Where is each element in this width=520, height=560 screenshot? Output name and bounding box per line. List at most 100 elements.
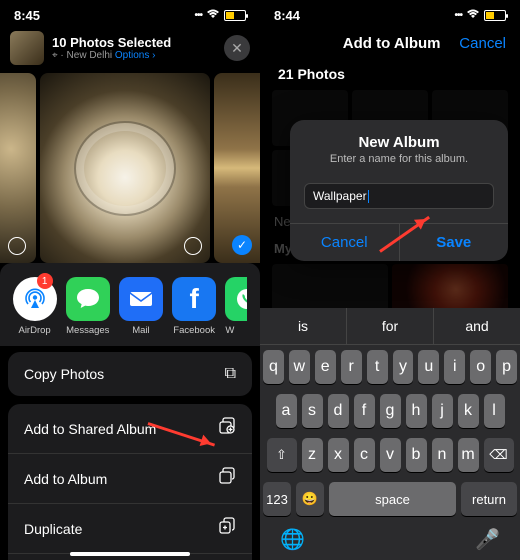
- app-label: Facebook: [173, 325, 215, 336]
- app-label: Messages: [66, 325, 109, 336]
- keyboard: is for and q w e r t y u i o p a s d f g…: [260, 308, 520, 560]
- key[interactable]: v: [380, 438, 401, 472]
- photo-thumb[interactable]: ✓: [214, 73, 260, 263]
- key-row: a s d f g h j k l: [260, 389, 520, 433]
- action-add-shared-album[interactable]: Add to Shared Album: [8, 404, 252, 454]
- status-time: 8:45: [14, 8, 40, 23]
- phone-right: 8:44 ••• Add to Album Cancel 21 Photos N…: [260, 0, 520, 560]
- mail-icon: [119, 277, 163, 321]
- key[interactable]: g: [380, 394, 401, 428]
- battery-icon: [224, 10, 246, 21]
- key[interactable]: a: [276, 394, 297, 428]
- key[interactable]: k: [458, 394, 479, 428]
- suggestion[interactable]: for: [347, 308, 434, 344]
- modal-subtitle: Enter a name for this album.: [302, 153, 496, 165]
- suggestion-bar: is for and: [260, 308, 520, 345]
- key[interactable]: q: [263, 350, 284, 384]
- home-indicator[interactable]: [70, 552, 190, 556]
- key[interactable]: x: [328, 438, 349, 472]
- numbers-key[interactable]: 123: [263, 482, 291, 516]
- suggestion[interactable]: is: [260, 308, 347, 344]
- key[interactable]: w: [289, 350, 310, 384]
- space-key[interactable]: space: [329, 482, 456, 516]
- app-messages[interactable]: Messages: [66, 277, 110, 336]
- copy-icon: ⧉: [225, 365, 236, 383]
- key[interactable]: o: [470, 350, 491, 384]
- modal-cancel-button[interactable]: Cancel: [290, 224, 399, 261]
- share-header: 10 Photos Selected ⌖ · New Delhi Options…: [0, 25, 260, 73]
- backspace-key[interactable]: ⌫: [484, 438, 514, 472]
- phone-left: 8:45 ••• 10 Photos Selected ⌖ · New Delh…: [0, 0, 260, 560]
- key-row: 123 😀 space return: [260, 477, 520, 521]
- key[interactable]: n: [432, 438, 453, 472]
- globe-icon[interactable]: 🌐: [280, 527, 305, 552]
- return-key[interactable]: return: [461, 482, 517, 516]
- messages-icon: [66, 277, 110, 321]
- wifi-icon: [206, 9, 220, 22]
- key[interactable]: h: [406, 394, 427, 428]
- app-label: W: [225, 325, 234, 336]
- key-row: ⇧ z x c v b n m ⌫: [260, 433, 520, 477]
- select-ring-icon[interactable]: [8, 237, 26, 255]
- status-bar: 8:44 •••: [260, 0, 520, 25]
- key[interactable]: i: [444, 350, 465, 384]
- app-facebook[interactable]: f Facebook: [172, 277, 216, 336]
- photo-thumb[interactable]: [0, 73, 36, 263]
- key[interactable]: s: [302, 394, 323, 428]
- actions-list: Add to Shared Album Add to Album Duplica…: [8, 404, 252, 560]
- key[interactable]: r: [341, 350, 362, 384]
- status-bar: 8:45 •••: [0, 0, 260, 25]
- key[interactable]: e: [315, 350, 336, 384]
- key[interactable]: p: [496, 350, 517, 384]
- actions-list: Copy Photos ⧉: [8, 352, 252, 396]
- modal-title: New Album: [302, 134, 496, 151]
- emoji-key[interactable]: 😀: [296, 482, 324, 516]
- close-button[interactable]: ✕: [224, 35, 250, 61]
- header-thumbnail: [10, 31, 44, 65]
- status-right: •••: [194, 9, 246, 22]
- key[interactable]: y: [393, 350, 414, 384]
- share-title: 10 Photos Selected: [52, 35, 216, 50]
- key[interactable]: j: [432, 394, 453, 428]
- share-apps-row: 1 AirDrop Messages Mail f Facebook W: [0, 263, 260, 346]
- facebook-icon: f: [172, 277, 216, 321]
- key[interactable]: d: [328, 394, 349, 428]
- key[interactable]: t: [367, 350, 388, 384]
- app-whatsapp[interactable]: W: [225, 277, 247, 336]
- keyboard-bottom: 🌐 🎤: [260, 521, 520, 560]
- key[interactable]: m: [458, 438, 479, 472]
- action-add-to-album[interactable]: Add to Album: [8, 454, 252, 504]
- action-duplicate[interactable]: Duplicate: [8, 504, 252, 554]
- photo-thumb[interactable]: [40, 73, 210, 263]
- key[interactable]: b: [406, 438, 427, 472]
- key[interactable]: l: [484, 394, 505, 428]
- cancel-button[interactable]: Cancel: [459, 35, 506, 52]
- app-mail[interactable]: Mail: [119, 277, 163, 336]
- mic-icon[interactable]: 🎤: [475, 527, 500, 552]
- nav-title: Add to Album: [324, 35, 459, 52]
- airdrop-badge: 1: [37, 273, 53, 289]
- key-row: q w e r t y u i o p: [260, 345, 520, 389]
- modal-save-button[interactable]: Save: [399, 224, 509, 261]
- key[interactable]: c: [354, 438, 375, 472]
- photo-strip[interactable]: ✓: [0, 73, 260, 263]
- selected-check-icon[interactable]: ✓: [232, 235, 252, 255]
- select-ring-icon[interactable]: [184, 237, 202, 255]
- app-label: Mail: [132, 325, 149, 336]
- battery-icon: [484, 10, 506, 21]
- app-label: AirDrop: [18, 325, 50, 336]
- action-copy-photos[interactable]: Copy Photos ⧉: [8, 352, 252, 396]
- cellular-icon: •••: [194, 10, 202, 21]
- app-airdrop[interactable]: 1 AirDrop: [13, 277, 57, 336]
- annotation-arrow: [148, 422, 216, 446]
- whatsapp-icon: [225, 277, 247, 321]
- suggestion[interactable]: and: [434, 308, 520, 344]
- nav-bar: Add to Album Cancel: [260, 25, 520, 62]
- key[interactable]: u: [418, 350, 439, 384]
- key[interactable]: z: [302, 438, 323, 472]
- options-link[interactable]: Options ›: [115, 50, 156, 61]
- album-name-input[interactable]: Wallpaper: [304, 183, 494, 209]
- wifi-icon: [466, 9, 480, 22]
- shift-key[interactable]: ⇧: [267, 438, 297, 472]
- key[interactable]: f: [354, 394, 375, 428]
